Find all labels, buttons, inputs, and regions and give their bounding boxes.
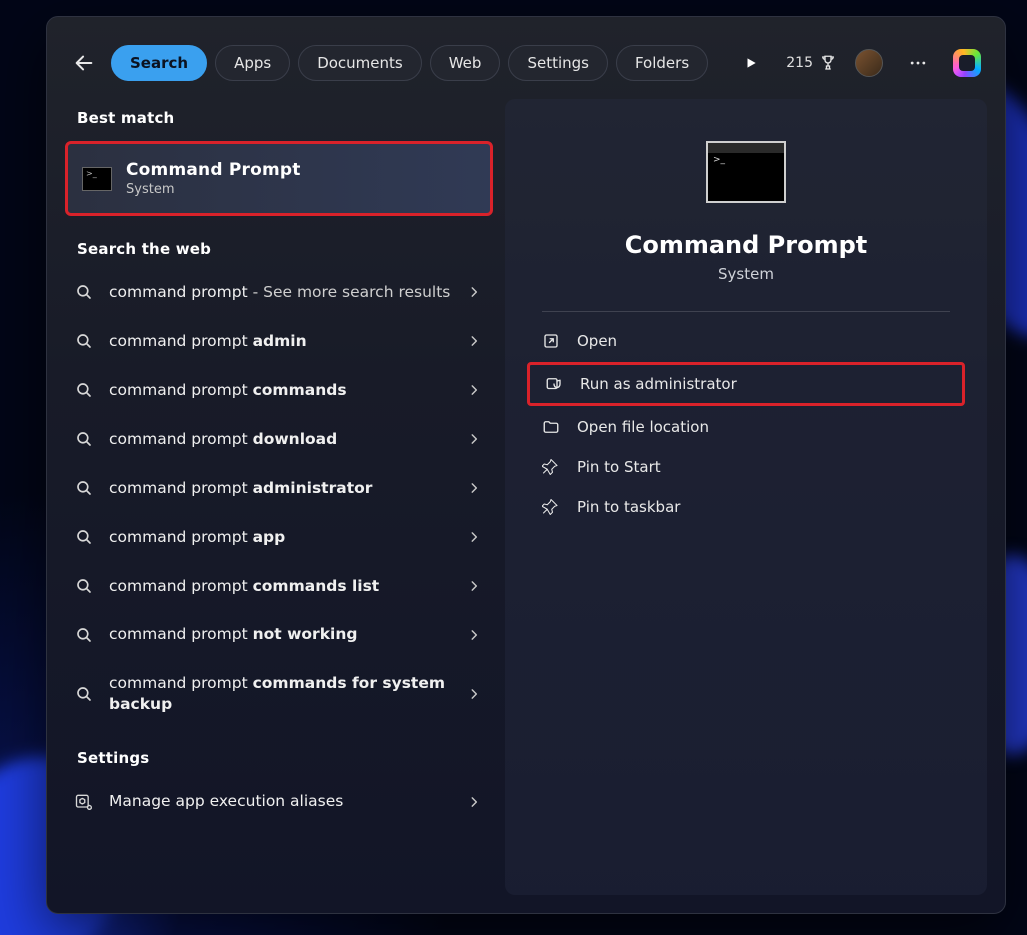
pin-icon [542, 498, 560, 516]
settings-results-list: Manage app execution aliases [65, 777, 493, 826]
search-panel: Search Apps Documents Web Settings Folde… [46, 16, 1006, 914]
action-open[interactable]: Open [527, 322, 965, 360]
web-result[interactable]: command prompt app [65, 513, 493, 562]
search-icon [75, 381, 93, 399]
chevron-right-icon [467, 481, 481, 495]
shield-admin-icon [545, 375, 563, 393]
tab-apps[interactable]: Apps [215, 45, 290, 81]
web-result[interactable]: command prompt commands [65, 366, 493, 415]
search-icon [75, 685, 93, 703]
command-prompt-icon [82, 167, 112, 191]
web-result[interactable]: command prompt admin [65, 317, 493, 366]
search-icon [75, 479, 93, 497]
divider [542, 311, 951, 312]
preview-title: Command Prompt [625, 231, 868, 259]
chevron-right-icon [467, 334, 481, 348]
web-result-text: command prompt commands for system backu… [109, 673, 453, 715]
action-label: Pin to taskbar [577, 498, 680, 516]
best-match-heading: Best match [65, 99, 493, 137]
header: Search Apps Documents Web Settings Folde… [47, 17, 1005, 99]
tab-settings[interactable]: Settings [508, 45, 608, 81]
preview-app-icon [706, 141, 786, 203]
open-icon [542, 332, 560, 350]
web-result-text: command prompt - See more search results [109, 282, 453, 303]
tab-documents[interactable]: Documents [298, 45, 422, 81]
chevron-right-icon [467, 628, 481, 642]
tab-web[interactable]: Web [430, 45, 501, 81]
back-button[interactable] [67, 46, 101, 80]
settings-app-icon [74, 792, 94, 812]
chevron-right-icon [467, 687, 481, 701]
web-result-text: command prompt app [109, 527, 453, 548]
web-result-text: command prompt administrator [109, 478, 453, 499]
search-icon [75, 626, 93, 644]
web-result-text: command prompt admin [109, 331, 453, 352]
preview-pane: Command Prompt System Open Run as adminis… [505, 99, 987, 895]
settings-result[interactable]: Manage app execution aliases [65, 777, 493, 826]
folder-icon [542, 418, 560, 436]
web-result-text: command prompt commands list [109, 576, 453, 597]
body: Best match Command Prompt System Search … [47, 99, 1005, 913]
chevron-right-icon [467, 579, 481, 593]
copilot-button[interactable] [953, 49, 981, 77]
web-result-text: command prompt download [109, 429, 453, 450]
points-value: 215 [786, 55, 813, 71]
chevron-right-icon [467, 530, 481, 544]
header-right: 215 [734, 46, 985, 80]
arrow-left-icon [73, 52, 95, 74]
action-pin-to-taskbar[interactable]: Pin to taskbar [527, 488, 965, 526]
action-label: Run as administrator [580, 375, 737, 393]
web-result[interactable]: command prompt not working [65, 610, 493, 659]
web-results-list: command prompt - See more search results… [65, 268, 493, 729]
settings-result-text: Manage app execution aliases [109, 791, 453, 812]
search-icon [75, 430, 93, 448]
chevron-right-icon [467, 383, 481, 397]
web-result-text: command prompt commands [109, 380, 453, 401]
action-label: Open [577, 332, 617, 350]
search-icon [75, 332, 93, 350]
tab-folders[interactable]: Folders [616, 45, 708, 81]
search-icon [75, 528, 93, 546]
chevron-right-icon [467, 795, 481, 809]
chevron-right-icon [467, 285, 481, 299]
preview-play-button[interactable] [734, 46, 768, 80]
best-match-subtitle: System [126, 182, 301, 197]
pin-icon [542, 458, 560, 476]
tab-search[interactable]: Search [111, 45, 207, 81]
search-icon [75, 577, 93, 595]
web-result[interactable]: command prompt download [65, 415, 493, 464]
settings-heading: Settings [65, 739, 493, 777]
action-run-as-administrator[interactable]: Run as administrator [527, 362, 965, 406]
results-column: Best match Command Prompt System Search … [65, 99, 493, 895]
web-result[interactable]: command prompt - See more search results [65, 268, 493, 317]
web-result[interactable]: command prompt administrator [65, 464, 493, 513]
play-icon [744, 56, 758, 70]
filter-tabs: Search Apps Documents Web Settings Folde… [111, 45, 724, 81]
action-label: Pin to Start [577, 458, 661, 476]
web-result[interactable]: command prompt commands for system backu… [65, 659, 493, 729]
search-icon [75, 283, 93, 301]
user-avatar[interactable] [855, 49, 883, 77]
more-button[interactable] [901, 46, 935, 80]
preview-actions: Open Run as administrator Open file locati… [519, 322, 973, 526]
preview-subtitle: System [718, 265, 774, 283]
action-label: Open file location [577, 418, 709, 436]
web-result[interactable]: command prompt commands list [65, 562, 493, 611]
trophy-icon [819, 54, 837, 72]
ellipsis-icon [908, 53, 928, 73]
web-result-text: command prompt not working [109, 624, 453, 645]
search-web-heading: Search the web [65, 230, 493, 268]
chevron-right-icon [467, 432, 481, 446]
action-open-file-location[interactable]: Open file location [527, 408, 965, 446]
rewards-points[interactable]: 215 [786, 54, 837, 72]
best-match-result[interactable]: Command Prompt System [65, 141, 493, 216]
best-match-title: Command Prompt [126, 160, 301, 180]
action-pin-to-start[interactable]: Pin to Start [527, 448, 965, 486]
